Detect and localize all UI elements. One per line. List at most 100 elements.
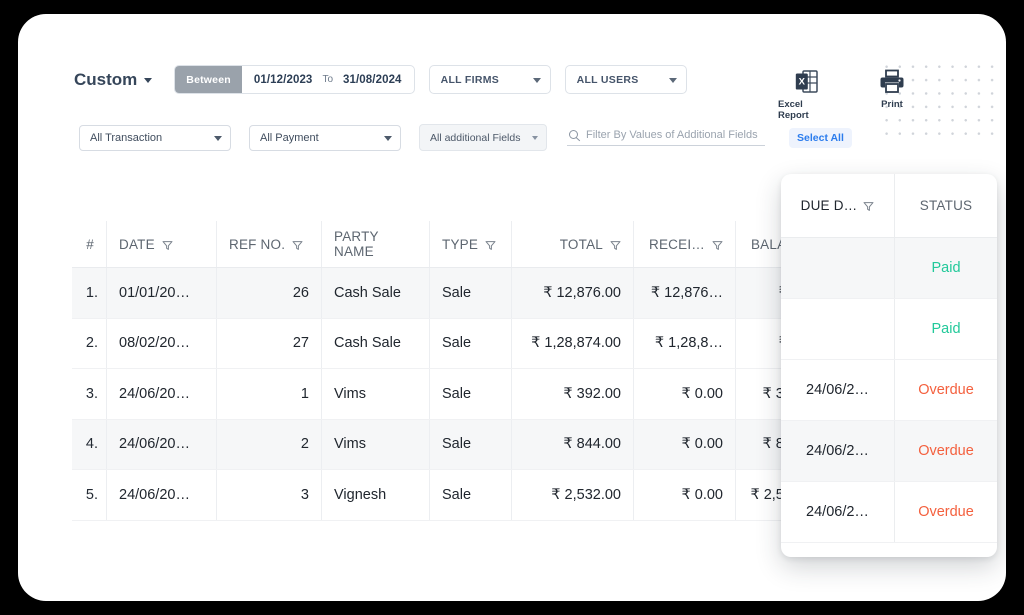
table-row[interactable]: 5. 24/06/20… 3 Vignesh Sale ₹ 2,532.00 ₹… [72,470,812,521]
column-header-status[interactable]: STATUS [895,174,997,237]
filter-icon[interactable] [162,239,173,250]
users-select[interactable]: ALL USERS [564,65,687,94]
filter-icon[interactable] [712,239,723,250]
due-date-status-panel: DUE D… STATUS Paid Paid 24/06/2… Overdue… [781,174,997,557]
cell-received: ₹ 12,876… [633,268,735,318]
cell-ref-no: 1 [216,369,321,419]
column-header-label: TOTAL [559,236,603,252]
panel-row[interactable]: 24/06/2… Overdue [781,482,997,543]
transaction-type-select[interactable]: All Transaction [79,124,231,151]
svg-text:X: X [798,77,805,88]
column-header-date[interactable]: DATE [106,221,216,267]
cell-type: Sale [429,419,511,469]
table-row[interactable]: 4. 24/06/20… 2 Vims Sale ₹ 844.00 ₹ 0.00… [72,419,812,470]
print-button[interactable]: Print [864,69,920,121]
status-badge: Overdue [918,443,974,459]
column-header-label: RECEI… [649,236,705,252]
cell-index: 1. [85,284,98,301]
chevron-down-icon [532,135,538,140]
chevron-down-icon [668,77,677,83]
column-header-label: STATUS [919,198,973,213]
period-dropdown[interactable]: Custom [72,66,154,94]
table-row[interactable]: 3. 24/06/20… 1 Vims Sale ₹ 392.00 ₹ 0.00… [72,369,812,420]
cell-type: Sale [429,369,511,419]
chevron-down-icon [384,135,392,141]
table-row[interactable]: 1. 01/01/20… 26 Cash Sale Sale ₹ 12,876.… [72,268,812,319]
cell-received: ₹ 0.00 [633,419,735,469]
search-icon [569,129,580,141]
filter-icon[interactable] [610,239,621,250]
cell-index: 2. [85,335,98,352]
column-header-due-date[interactable]: DUE D… [781,174,895,237]
cell-due-date [781,238,895,298]
panel-row[interactable]: Paid [781,238,997,299]
column-header-received[interactable]: RECEI… [633,221,735,267]
additional-fields-search [567,129,765,146]
transaction-type-label: All Transaction [90,131,163,144]
chevron-down-icon [144,78,153,83]
status-badge: Paid [931,260,961,276]
date-from-input[interactable]: 01/12/2023 [254,74,313,86]
column-header-type[interactable]: TYPE [429,221,511,267]
chevron-down-icon [532,77,541,83]
column-header-total[interactable]: TOTAL [511,221,633,267]
cell-date: 08/02/20… [106,318,216,368]
cell-received: ₹ 0.00 [633,369,735,419]
cell-index: 5. [85,486,98,503]
select-all-button[interactable]: Select All [789,127,852,148]
date-range-control: Between 01/12/2023 To 31/08/2024 [174,65,415,94]
date-to-label: To [322,74,333,85]
column-header-party-name[interactable]: PARTY NAME [321,221,429,267]
status-badge: Paid [931,321,961,337]
cell-due-date [781,299,895,359]
search-input[interactable] [586,129,761,141]
additional-fields-label: All additional Fields [430,131,521,144]
column-header-label: DATE [119,236,155,252]
filter-icon[interactable] [485,239,496,250]
chevron-down-icon [214,135,222,141]
status-badge: Overdue [918,504,974,520]
action-buttons: X Excel Report Print [778,69,920,121]
excel-icon: X [795,69,818,94]
firms-select[interactable]: ALL FIRMS [428,65,551,94]
date-to-input[interactable]: 31/08/2024 [343,74,402,86]
firms-select-label: ALL FIRMS [440,73,500,86]
payment-type-select[interactable]: All Payment [249,124,401,151]
column-header-label: DUE D… [800,198,858,213]
cell-party: Vims [321,369,429,419]
cell-index: 4. [85,436,98,453]
cell-total: ₹ 12,876.00 [511,268,633,318]
panel-row[interactable]: 24/06/2… Overdue [781,360,997,421]
report-card: Custom Between 01/12/2023 To 31/08/2024 … [18,14,1006,601]
panel-row[interactable]: 24/06/2… Overdue [781,421,997,482]
filter-bar-secondary: All Transaction All Payment All addition… [79,124,852,151]
printer-icon [879,69,905,94]
excel-report-button[interactable]: X Excel Report [778,69,834,121]
transactions-table: # DATE REF NO. PARTY NAME TYPE TOTAL REC… [72,221,812,521]
excel-report-label: Excel Report [778,99,809,121]
cell-type: Sale [429,318,511,368]
table-row[interactable]: 2. 08/02/20… 27 Cash Sale Sale ₹ 1,28,87… [72,318,812,369]
cell-total: ₹ 1,28,874.00 [511,318,633,368]
cell-date: 01/01/20… [106,268,216,318]
panel-header-row: DUE D… STATUS [781,174,997,238]
between-button[interactable]: Between [175,66,242,93]
cell-due-date: 24/06/2… [781,482,895,542]
cell-party: Cash Sale [321,268,429,318]
filter-icon[interactable] [292,239,303,250]
filter-icon[interactable] [863,200,874,211]
users-select-label: ALL USERS [576,73,639,86]
status-badge: Overdue [918,382,974,398]
cell-ref-no: 2 [216,419,321,469]
column-header-index[interactable]: # [72,221,106,267]
cell-ref-no: 26 [216,268,321,318]
additional-fields-select[interactable]: All additional Fields [419,124,547,151]
column-header-label: # [86,236,94,252]
cell-date: 24/06/20… [106,470,216,520]
column-header-label: REF NO. [229,236,286,252]
column-header-ref-no[interactable]: REF NO. [216,221,321,267]
print-label: Print [881,99,903,110]
cell-ref-no: 27 [216,318,321,368]
panel-row[interactable]: Paid [781,299,997,360]
cell-party: Vignesh [321,470,429,520]
